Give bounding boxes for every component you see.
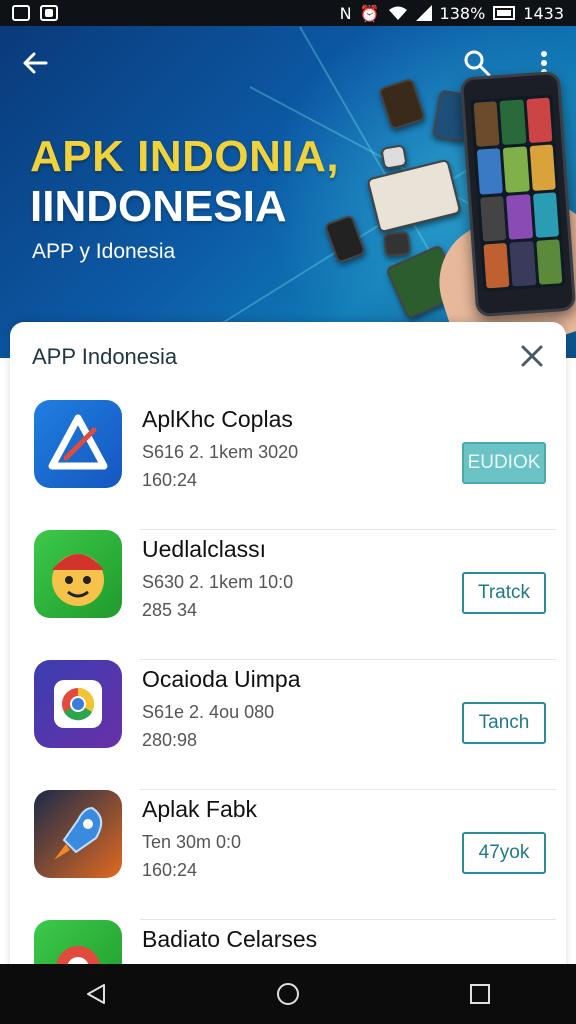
emoji-face-icon xyxy=(34,530,122,618)
back-icon[interactable] xyxy=(76,974,116,1014)
network-label: N xyxy=(339,3,352,23)
list-item[interactable]: Aplak Fabk Ten 30m 0:0 160:24 47yok xyxy=(34,790,556,920)
track-button[interactable]: Tratck xyxy=(462,572,546,614)
list-item[interactable]: Uedlalclassı S630 2. 1kem 10:0 285 34 Tr… xyxy=(34,530,556,660)
install-button[interactable]: EUDIOK xyxy=(462,442,546,484)
hero-banner: APK INDONIA, IINDONESIA APP y Idonesia xyxy=(0,26,576,358)
alarm-icon: ⏰ xyxy=(359,3,380,23)
app-name: Badiato Celarses xyxy=(142,926,318,952)
signal-icon xyxy=(415,5,432,21)
back-arrow-icon[interactable] xyxy=(20,48,52,80)
app-name: Aplak Fabk xyxy=(142,796,258,822)
app-meta: S630 2. 1kem 10:0 xyxy=(142,572,294,592)
app-name: AplKhc Coplas xyxy=(142,406,293,432)
wifi-icon xyxy=(388,6,407,20)
app-meta-secondary: 285 34 xyxy=(142,600,198,620)
app-meta-secondary: 280:98 xyxy=(142,730,198,750)
app-name: Uedlalclassı xyxy=(142,536,266,562)
app-meta: Ten 30m 0:0 xyxy=(142,832,242,852)
action-button[interactable]: 47yok xyxy=(462,832,546,874)
app-meta-secondary: 160:24 xyxy=(142,860,198,880)
close-icon[interactable] xyxy=(518,342,546,370)
list-item[interactable]: AplKhc Coplas S616 2. 1kem 3020 160:24 E… xyxy=(34,400,556,530)
floating-app-tile xyxy=(378,77,426,131)
status-bar: N ⏰ 138% 1433 xyxy=(0,0,576,26)
battery-icon xyxy=(493,6,516,20)
chrome-icon xyxy=(34,660,122,748)
launch-button[interactable]: Tanch xyxy=(462,702,546,744)
floating-app-tile xyxy=(380,144,408,170)
rocket-icon xyxy=(34,790,122,878)
screenshot-icon xyxy=(40,5,58,21)
hero-title-line1: APK INDONIA, xyxy=(30,132,340,181)
phone-illustration xyxy=(459,70,576,318)
sheet-title: APP Indonesia xyxy=(32,344,178,369)
home-icon[interactable] xyxy=(268,974,308,1014)
list-item[interactable]: Ocaioda Uimpa S61e 2. 4ou 080 280:98 Tan… xyxy=(34,660,556,790)
app-meta: S61e 2. 4ou 080 xyxy=(142,702,275,722)
recents-icon[interactable] xyxy=(460,974,500,1014)
delta-a-icon xyxy=(34,400,122,488)
system-indicators: N ⏰ 138% 1433 xyxy=(340,4,564,23)
notification-icon xyxy=(12,5,30,21)
hero-title-line2: IINDONESIA xyxy=(30,182,287,231)
floating-app-tile xyxy=(382,230,412,258)
app-name: Ocaioda Uimpa xyxy=(142,666,301,692)
navigation-bar xyxy=(0,964,576,1024)
app-list-sheet: APP Indonesia AplKhc Coplas S616 2. 1kem… xyxy=(10,322,566,1022)
clock: 1433 xyxy=(523,3,564,23)
notification-icons xyxy=(12,5,58,21)
app-meta: S616 2. 1kem 3020 xyxy=(142,442,299,462)
hero-subtitle: APP y Idonesia xyxy=(32,240,176,263)
battery-percent: 138% xyxy=(439,3,486,23)
app-meta-secondary: 160:24 xyxy=(142,470,198,490)
